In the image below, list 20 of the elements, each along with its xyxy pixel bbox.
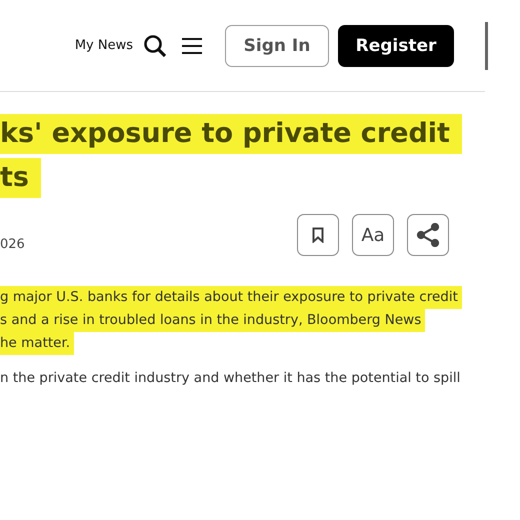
menu-icon	[181, 36, 203, 54]
body-text: n the private credit industry and whether it has the potential to spill	[0, 369, 462, 388]
share-icon	[416, 223, 440, 247]
body-text: he matter.	[0, 332, 74, 355]
date-text: 026	[0, 236, 25, 252]
body-text: s and a rise in troubled loans in the industry, Bloomberg News	[0, 309, 426, 332]
search-button[interactable]	[143, 34, 167, 58]
sign-in-button[interactable]: Sign In	[225, 24, 329, 66]
share-button[interactable]	[407, 214, 449, 256]
search-icon	[143, 34, 167, 58]
my-news-link[interactable]: My News	[74, 38, 133, 53]
register-button[interactable]: Register	[338, 24, 454, 66]
bookmark-button[interactable]	[297, 214, 339, 256]
headline-text: ks' exposure to private credit	[0, 114, 462, 154]
bookmark-icon	[312, 227, 324, 243]
text-size-button[interactable]: Aa	[352, 214, 394, 256]
scroll-bar	[485, 22, 488, 70]
body-text: g major U.S. banks for details about their exposure to private credit	[0, 286, 462, 309]
headline-text: ts	[0, 158, 41, 198]
menu-button[interactable]	[181, 36, 203, 54]
